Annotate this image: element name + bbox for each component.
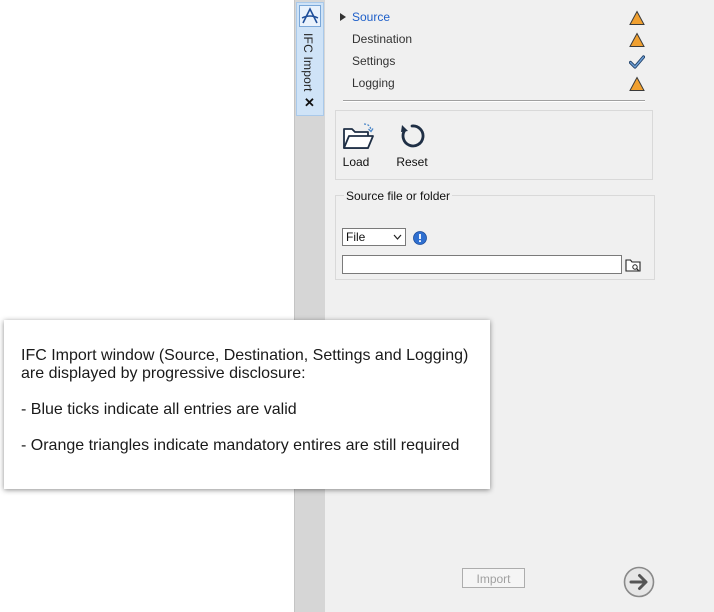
callout-line: IFC Import window (Source, Destination, … [21, 347, 469, 364]
refresh-icon [401, 124, 425, 148]
current-step-arrow-icon [340, 13, 346, 21]
open-folder-icon [343, 123, 374, 149]
step-label: Logging [352, 76, 395, 90]
step-source[interactable]: Source [338, 6, 648, 28]
tab-label: IFC Import [301, 33, 315, 92]
step-list: Source Destination Settings Logging [338, 6, 648, 94]
callout-line: - Orange triangles indicate mandatory en… [21, 437, 460, 454]
step-destination[interactable]: Destination [338, 28, 648, 50]
next-arrow-icon[interactable] [623, 566, 655, 598]
load-button[interactable]: Load [340, 121, 374, 169]
reset-button[interactable]: Reset [394, 121, 430, 169]
close-icon[interactable]: ✕ [304, 96, 315, 110]
callout-line: are displayed by progressive disclosure: [21, 365, 306, 382]
check-icon [629, 55, 645, 69]
source-type-select[interactable]: File [342, 228, 406, 246]
step-logging[interactable]: Logging [338, 72, 648, 94]
step-label: Destination [352, 32, 413, 46]
reset-label: Reset [396, 155, 428, 169]
warning-triangle-icon [629, 32, 645, 47]
divider [343, 100, 645, 102]
chevron-down-icon [393, 234, 402, 240]
app-logo-icon [299, 5, 321, 27]
group-title: Source file or folder [344, 189, 453, 203]
toolbar: Load Reset [335, 110, 653, 180]
warning-triangle-icon [629, 10, 645, 25]
browse-folder-icon[interactable] [625, 258, 641, 272]
load-label: Load [342, 155, 370, 169]
source-group: Source file or folder File [335, 189, 655, 280]
step-label: Settings [352, 54, 396, 68]
tab-strip: IFC Import ✕ [294, 0, 325, 612]
import-button[interactable]: Import [462, 568, 525, 588]
select-value: File [346, 230, 366, 244]
warning-triangle-icon [629, 76, 645, 91]
callout-line: - Blue ticks indicate all entries are va… [21, 401, 297, 418]
annotation-callout: IFC Import window (Source, Destination, … [4, 320, 490, 489]
step-settings[interactable]: Settings [338, 50, 648, 72]
tab-ifc-import[interactable]: IFC Import ✕ [296, 2, 324, 116]
source-path-input[interactable] [342, 255, 622, 274]
import-panel: Source Destination Settings Logging Load… [325, 0, 714, 612]
info-icon[interactable] [413, 231, 427, 245]
step-label: Source [352, 10, 391, 24]
